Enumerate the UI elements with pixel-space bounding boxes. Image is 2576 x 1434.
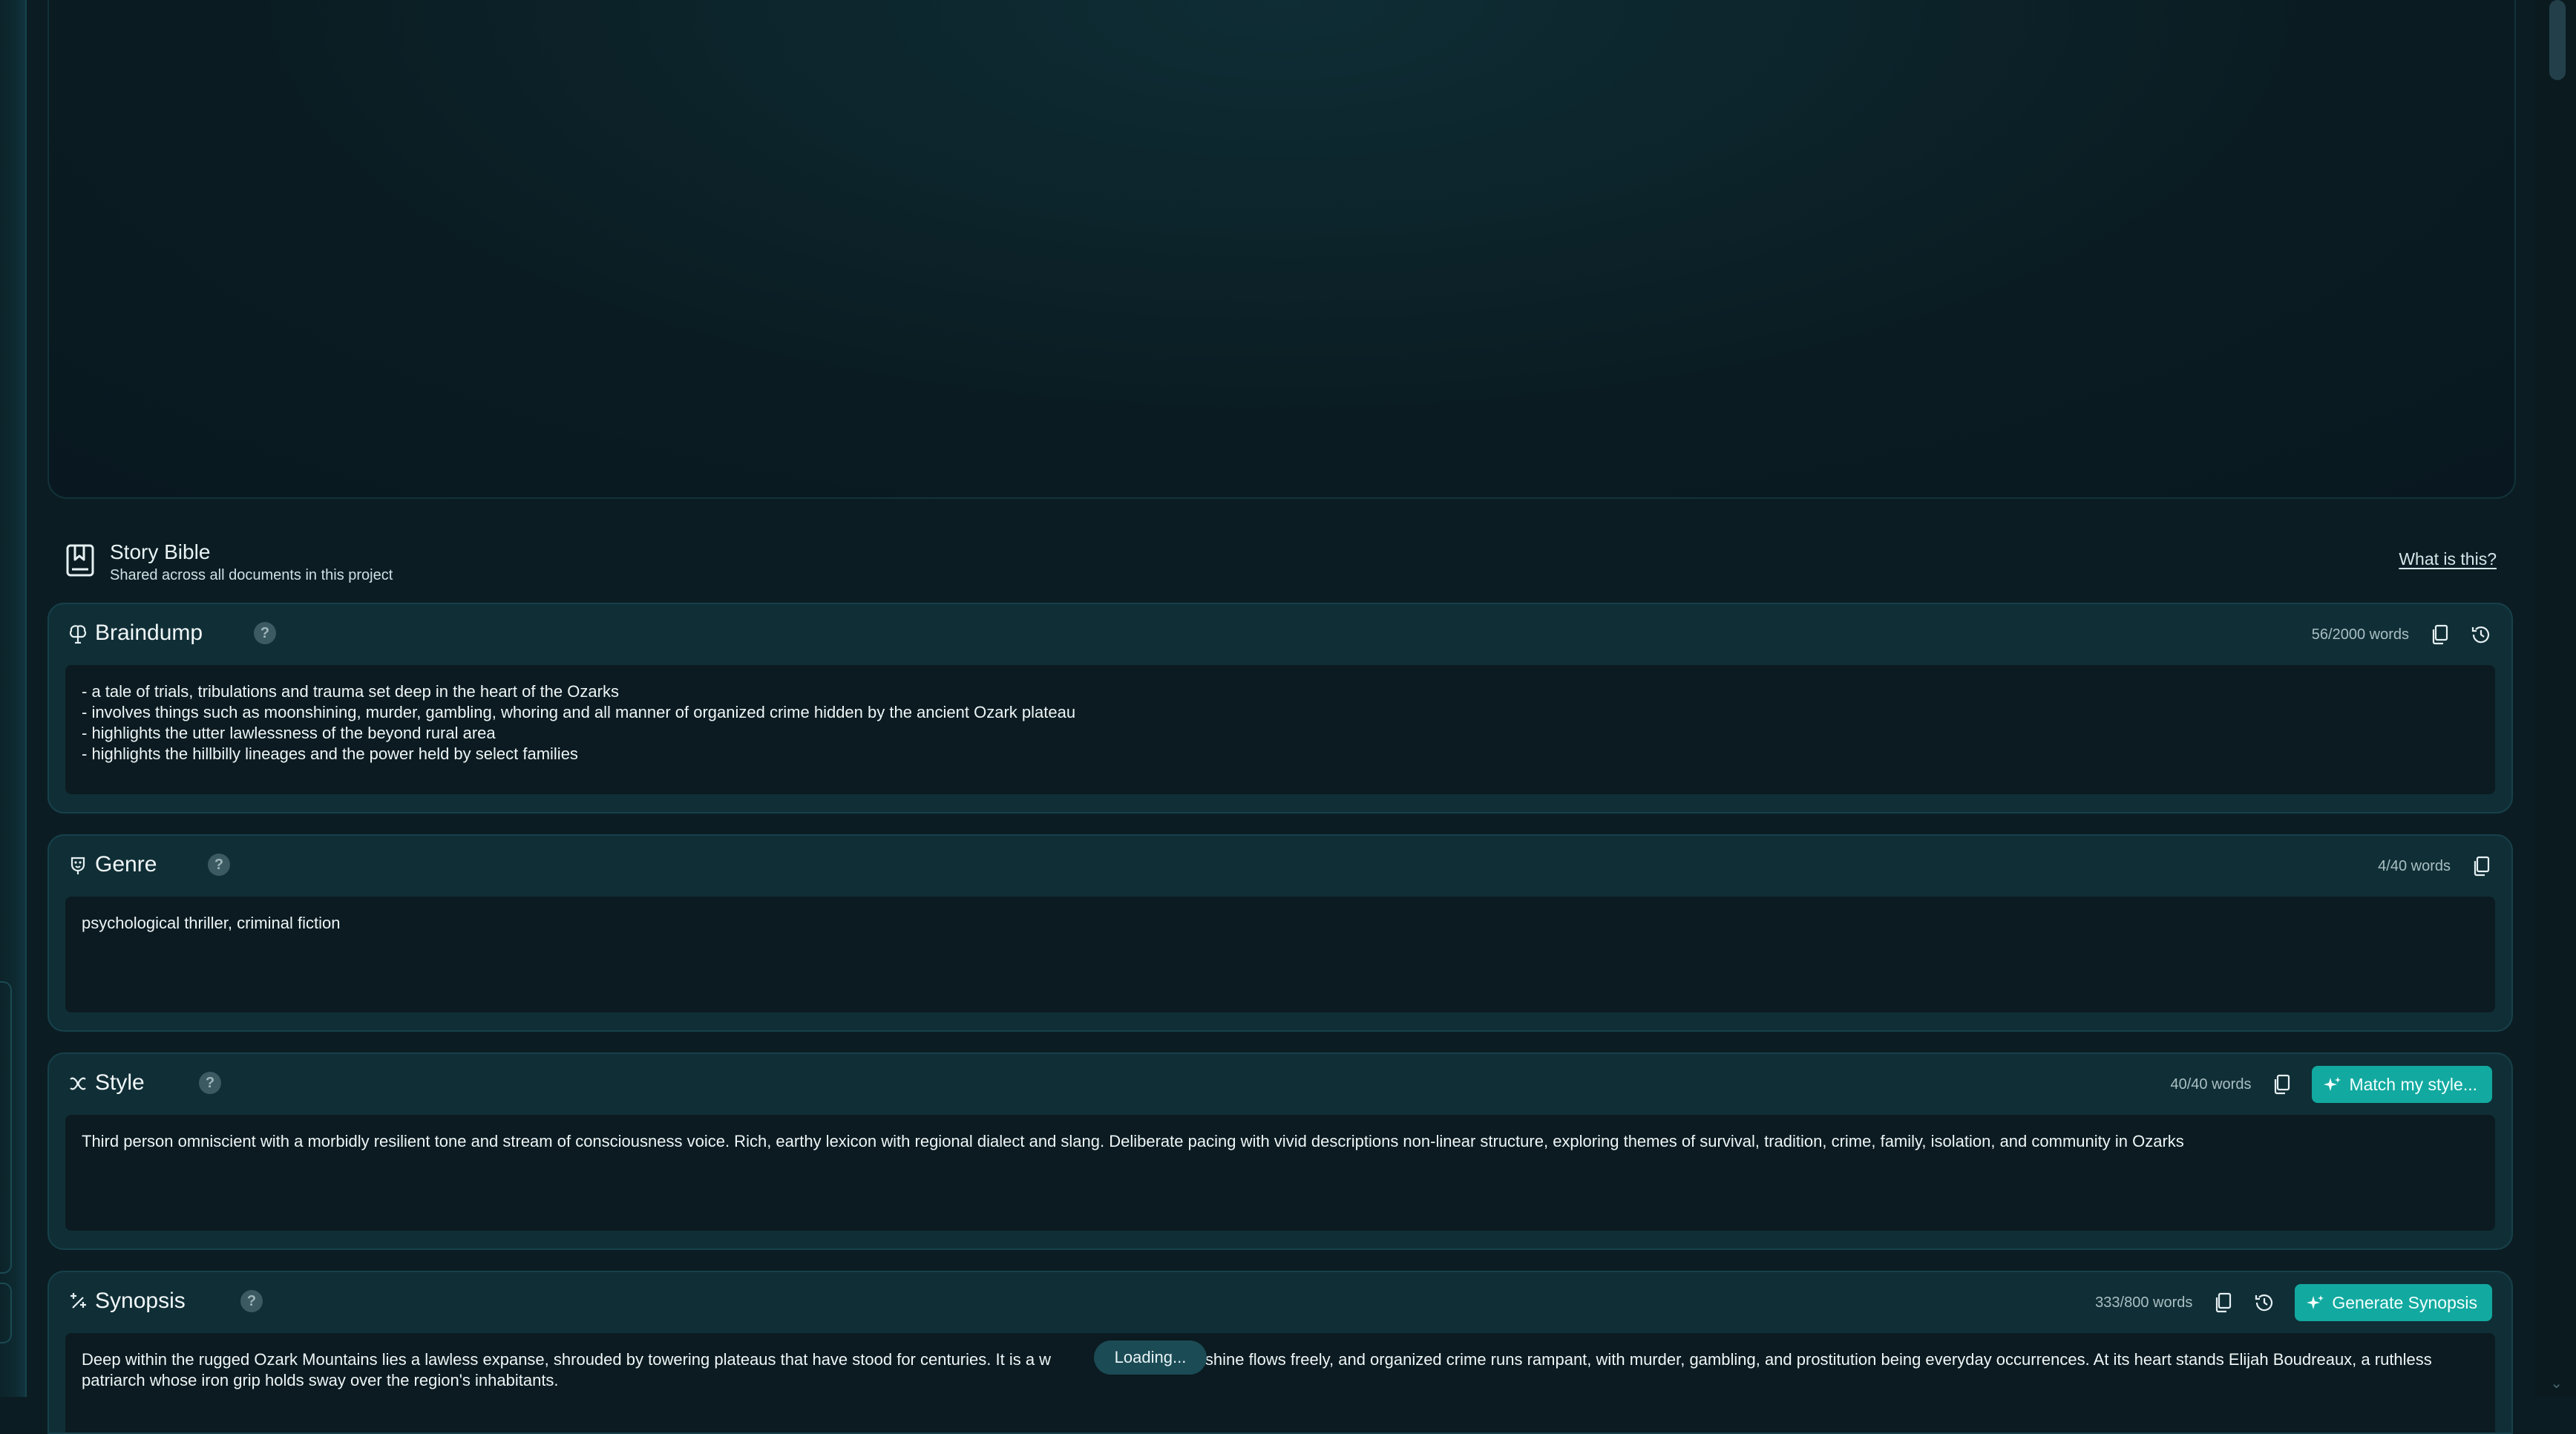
braindump-help-badge[interactable]: ? <box>254 622 276 644</box>
synopsis-textarea[interactable]: Deep within the rugged Ozark Mountains l… <box>65 1333 2495 1433</box>
style-textarea[interactable]: Third person omniscient with a morbidly … <box>65 1115 2495 1231</box>
sparkles-icon <box>2307 1295 2324 1309</box>
genre-word-count: 4/40 words <box>2378 857 2451 874</box>
genre-help-badge[interactable]: ? <box>208 854 230 876</box>
style-title: Style <box>95 1070 145 1095</box>
match-my-style-label: Match my style... <box>2349 1074 2477 1094</box>
rail-notch <box>0 981 12 1274</box>
history-icon[interactable] <box>2470 623 2492 646</box>
genre-header: Genre ? 4/40 words <box>68 836 2492 895</box>
book-bookmark-icon <box>66 544 94 577</box>
braindump-header: Braindump ? 56/2000 words <box>68 604 2492 664</box>
brain-icon <box>69 625 87 644</box>
story-bible-header: Story Bible Shared across all documents … <box>65 539 2497 583</box>
genre-textarea[interactable]: psychological thriller, criminal fiction <box>65 897 2495 1012</box>
sparkles-icon <box>2324 1077 2341 1091</box>
braindump-tools: 56/2000 words <box>2312 616 2492 653</box>
style-card: Style ? 40/40 words Match my style... Th… <box>47 1052 2513 1250</box>
braindump-card: Braindump ? 56/2000 words - a tale of tr… <box>47 603 2513 813</box>
scrollbar[interactable]: ⌄ <box>2534 0 2576 1397</box>
left-rail <box>0 0 27 1397</box>
style-help-badge[interactable]: ? <box>199 1072 221 1094</box>
genre-tools: 4/40 words <box>2378 848 2492 885</box>
match-my-style-button[interactable]: Match my style... <box>2312 1066 2492 1103</box>
genre-card: Genre ? 4/40 words psychological thrille… <box>47 834 2513 1032</box>
copy-icon[interactable] <box>2428 623 2451 646</box>
synopsis-header: Synopsis ? 333/800 words Generate Synops… <box>68 1272 2492 1332</box>
generate-synopsis-label: Generate Synopsis <box>2332 1292 2477 1312</box>
palette-icon <box>70 1077 86 1090</box>
synopsis-card: Synopsis ? 333/800 words Generate Synops… <box>47 1271 2513 1434</box>
braindump-word-count: 56/2000 words <box>2311 626 2409 643</box>
story-bible-title: Story Bible <box>110 540 211 563</box>
copy-icon[interactable] <box>2212 1291 2234 1314</box>
style-header: Style ? 40/40 words Match my style... <box>68 1054 2492 1113</box>
scroll-down-arrow-icon[interactable]: ⌄ <box>2550 1374 2563 1392</box>
drama-masks-icon <box>71 857 85 874</box>
sparkles-icon <box>71 1293 86 1309</box>
synopsis-help-badge[interactable]: ? <box>240 1290 263 1312</box>
style-tools: 40/40 words Match my style... <box>2170 1066 2492 1103</box>
history-icon[interactable] <box>2253 1291 2275 1314</box>
braindump-textarea[interactable]: - a tale of trials, tribulations and tra… <box>65 665 2495 794</box>
genre-title: Genre <box>95 852 157 877</box>
loading-indicator: Loading... <box>1094 1340 1207 1375</box>
rail-notch <box>0 1283 12 1343</box>
style-word-count: 40/40 words <box>2170 1076 2252 1093</box>
scrollbar-thumb[interactable] <box>2549 0 2566 80</box>
what-is-this-link[interactable]: What is this? <box>2399 549 2497 569</box>
braindump-title: Braindump <box>95 621 203 645</box>
synopsis-tools: 333/800 words Generate Synopsis <box>2095 1284 2492 1321</box>
synopsis-word-count: 333/800 words <box>2095 1294 2193 1311</box>
copy-icon[interactable] <box>2270 1073 2292 1096</box>
synopsis-title: Synopsis <box>95 1289 186 1313</box>
editor-panel[interactable] <box>47 0 2516 499</box>
copy-icon[interactable] <box>2470 855 2492 877</box>
story-bible-subtitle: Shared across all documents in this proj… <box>110 567 393 583</box>
generate-synopsis-button[interactable]: Generate Synopsis <box>2295 1284 2492 1321</box>
